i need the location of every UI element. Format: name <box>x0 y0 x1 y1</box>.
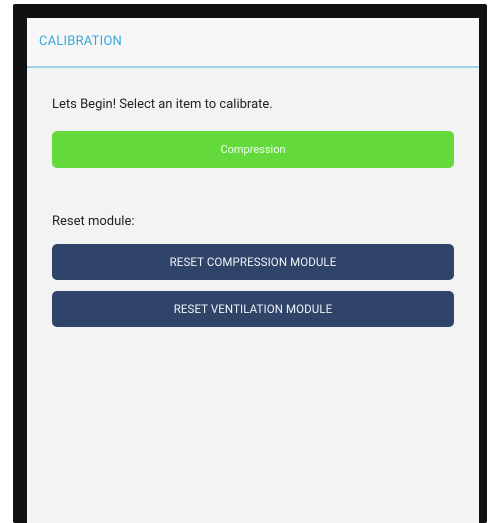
page-title: CALIBRATION <box>39 34 122 49</box>
intro-text: Lets Begin! Select an item to calibrate. <box>52 97 273 112</box>
reset-compression-module-button[interactable]: RESET COMPRESSION MODULE <box>52 244 454 280</box>
reset-ventilation-module-button[interactable]: RESET VENTILATION MODULE <box>52 291 454 327</box>
app-bar: CALIBRATION <box>27 18 479 68</box>
reset-module-label: Reset module: <box>52 214 135 229</box>
compression-button[interactable]: Compression <box>52 131 454 168</box>
app-screen: CALIBRATION Lets Begin! Select an item t… <box>27 18 479 523</box>
